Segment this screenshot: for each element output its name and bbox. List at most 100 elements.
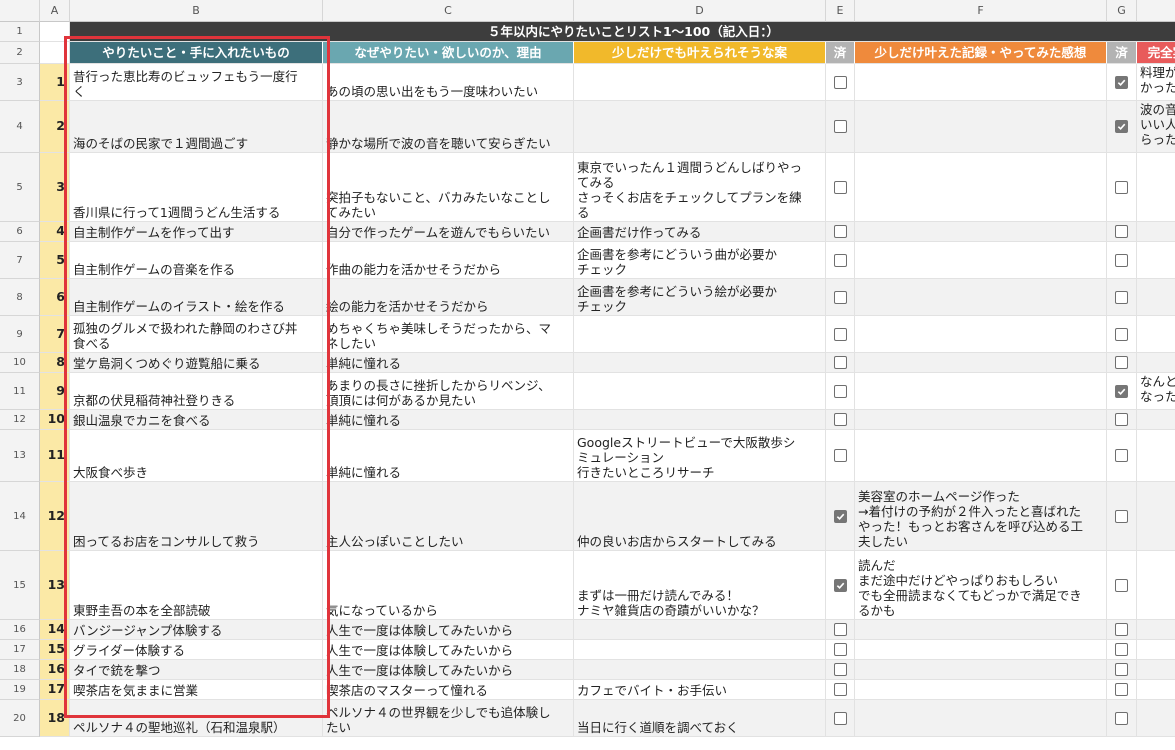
row-number[interactable]: 13 bbox=[40, 551, 70, 620]
checkbox[interactable] bbox=[1115, 711, 1128, 725]
row-header[interactable]: 6 bbox=[0, 222, 40, 242]
checkbox[interactable] bbox=[1115, 578, 1128, 592]
cell-f[interactable] bbox=[855, 153, 1107, 222]
row-number[interactable]: 15 bbox=[40, 640, 70, 660]
checkbox[interactable] bbox=[1115, 75, 1128, 89]
row-number[interactable]: 16 bbox=[40, 660, 70, 680]
checkbox[interactable] bbox=[833, 413, 847, 426]
cell-d[interactable]: まずは一冊だけ読んでみる！ ナミヤ雑貨店の奇蹟がいいかな？ bbox=[574, 551, 826, 620]
cell-d[interactable] bbox=[574, 373, 826, 410]
cell-h[interactable] bbox=[1137, 242, 1175, 279]
cell-f[interactable] bbox=[855, 680, 1107, 700]
cell-b[interactable]: 香川県に行って1週間うどん生活する bbox=[70, 153, 323, 222]
cell-b[interactable]: 銀山温泉でカニを食べる bbox=[70, 410, 323, 430]
cell-d[interactable]: 企画書だけ作ってみる bbox=[574, 222, 826, 242]
cell-c[interactable]: めちゃくちゃ美味しそうだったから、マ ネしたい bbox=[323, 316, 574, 353]
checkbox[interactable] bbox=[833, 75, 847, 89]
header-c[interactable]: なぜやりたい・欲しいのか、理由 bbox=[323, 42, 574, 64]
checkbox[interactable] bbox=[1115, 253, 1128, 267]
header-f[interactable]: 少しだけ叶えた記録・やってみた感想 bbox=[855, 42, 1107, 64]
cell-f[interactable]: 読んだ まだ途中だけどやっぱりおもしろい でも全冊読まなくてもどっかで満足でき … bbox=[855, 551, 1107, 620]
checkbox[interactable] bbox=[1115, 449, 1128, 462]
cell-d[interactable] bbox=[574, 101, 826, 153]
checkbox[interactable] bbox=[833, 384, 847, 398]
checkbox[interactable] bbox=[833, 120, 847, 133]
row-header[interactable]: 14 bbox=[0, 482, 40, 551]
column-header-f[interactable]: F bbox=[855, 0, 1107, 22]
checkbox[interactable] bbox=[1115, 663, 1128, 676]
header-g[interactable]: 済 bbox=[1107, 42, 1137, 64]
cell-b[interactable]: 京都の伏見稲荷神社登りきる bbox=[70, 373, 323, 410]
row-header[interactable]: 15 bbox=[0, 551, 40, 620]
checkbox[interactable] bbox=[833, 180, 847, 194]
column-header-d[interactable]: D bbox=[574, 0, 826, 22]
cell-h[interactable]: 波の音 いい人 らった bbox=[1137, 101, 1175, 153]
checkbox[interactable] bbox=[1115, 327, 1128, 341]
cell-b[interactable]: タイで銃を撃つ bbox=[70, 660, 323, 680]
cell-f[interactable] bbox=[855, 353, 1107, 373]
column-header-e[interactable]: E bbox=[826, 0, 855, 22]
row-header[interactable]: 18 bbox=[0, 660, 40, 680]
row-number[interactable]: 18 bbox=[40, 700, 70, 737]
cell-c[interactable]: 喫茶店のマスターって憧れる bbox=[323, 680, 574, 700]
row-number[interactable]: 6 bbox=[40, 279, 70, 316]
cell-c[interactable]: 主人公っぽいことしたい bbox=[323, 482, 574, 551]
cell-d[interactable] bbox=[574, 316, 826, 353]
checkbox[interactable] bbox=[1115, 356, 1128, 369]
cell-a2[interactable] bbox=[40, 42, 70, 64]
row-header[interactable]: 20 bbox=[0, 700, 40, 737]
row-header[interactable]: 7 bbox=[0, 242, 40, 279]
cell-c[interactable]: ペルソナ４の世界観を少しでも追体験し たい bbox=[323, 700, 574, 737]
cell-f[interactable] bbox=[855, 242, 1107, 279]
cell-c[interactable]: あの頃の思い出をもう一度味わいたい bbox=[323, 64, 574, 101]
cell-f[interactable] bbox=[855, 700, 1107, 737]
cell-h[interactable] bbox=[1137, 620, 1175, 640]
cell-f[interactable] bbox=[855, 620, 1107, 640]
cell-b[interactable]: 自主制作ゲームの音楽を作る bbox=[70, 242, 323, 279]
row-header[interactable]: 19 bbox=[0, 680, 40, 700]
cell-h[interactable] bbox=[1137, 551, 1175, 620]
column-header-h[interactable] bbox=[1137, 0, 1175, 22]
cell-d[interactable]: 東京でいったん１週間うどんしばりやっ てみる さっそくお店をチェックしてプランを… bbox=[574, 153, 826, 222]
column-header-g[interactable]: G bbox=[1107, 0, 1137, 22]
cell-h[interactable] bbox=[1137, 410, 1175, 430]
checkbox[interactable] bbox=[1115, 413, 1128, 426]
checkbox[interactable] bbox=[833, 327, 847, 341]
row-header[interactable]: 3 bbox=[0, 64, 40, 101]
checkbox[interactable] bbox=[833, 290, 847, 304]
cell-h[interactable]: 料理が かった bbox=[1137, 64, 1175, 101]
cell-h[interactable] bbox=[1137, 660, 1175, 680]
checkbox[interactable] bbox=[833, 578, 847, 592]
cell-d[interactable] bbox=[574, 640, 826, 660]
cell-c[interactable]: 単純に憧れる bbox=[323, 410, 574, 430]
checkbox[interactable] bbox=[1115, 509, 1128, 523]
cell-b[interactable]: 孤独のグルメで扱われた静岡のわさび丼 食べる bbox=[70, 316, 323, 353]
row-header[interactable]: 17 bbox=[0, 640, 40, 660]
checkbox[interactable] bbox=[1115, 225, 1128, 238]
checkbox[interactable] bbox=[1115, 180, 1128, 194]
cell-d[interactable] bbox=[574, 620, 826, 640]
cell-h[interactable]: なんと なった bbox=[1137, 373, 1175, 410]
cell-h[interactable] bbox=[1137, 680, 1175, 700]
cell-f[interactable] bbox=[855, 279, 1107, 316]
row-number[interactable]: 14 bbox=[40, 620, 70, 640]
checkbox[interactable] bbox=[1115, 623, 1128, 636]
cell-d[interactable] bbox=[574, 353, 826, 373]
row-number[interactable]: 9 bbox=[40, 373, 70, 410]
cell-c[interactable]: 人生で一度は体験してみたいから bbox=[323, 640, 574, 660]
row-number[interactable]: 1 bbox=[40, 64, 70, 101]
checkbox[interactable] bbox=[833, 449, 847, 462]
checkbox[interactable] bbox=[833, 643, 847, 656]
row-header[interactable]: 4 bbox=[0, 101, 40, 153]
cell-f[interactable] bbox=[855, 373, 1107, 410]
cell-h[interactable] bbox=[1137, 316, 1175, 353]
header-e[interactable]: 済 bbox=[826, 42, 855, 64]
cell-h[interactable] bbox=[1137, 482, 1175, 551]
cell-f[interactable] bbox=[855, 101, 1107, 153]
cell-d[interactable]: Googleストリートビューで大阪散歩シ ミュレーション 行きたいところリサーチ bbox=[574, 430, 826, 482]
cell-c[interactable]: 人生で一度は体験してみたいから bbox=[323, 620, 574, 640]
row-header[interactable]: 11 bbox=[0, 373, 40, 410]
cell-h[interactable] bbox=[1137, 222, 1175, 242]
cell-b[interactable]: 大阪食べ歩き bbox=[70, 430, 323, 482]
header-d[interactable]: 少しだけでも叶えられそうな案 bbox=[574, 42, 826, 64]
